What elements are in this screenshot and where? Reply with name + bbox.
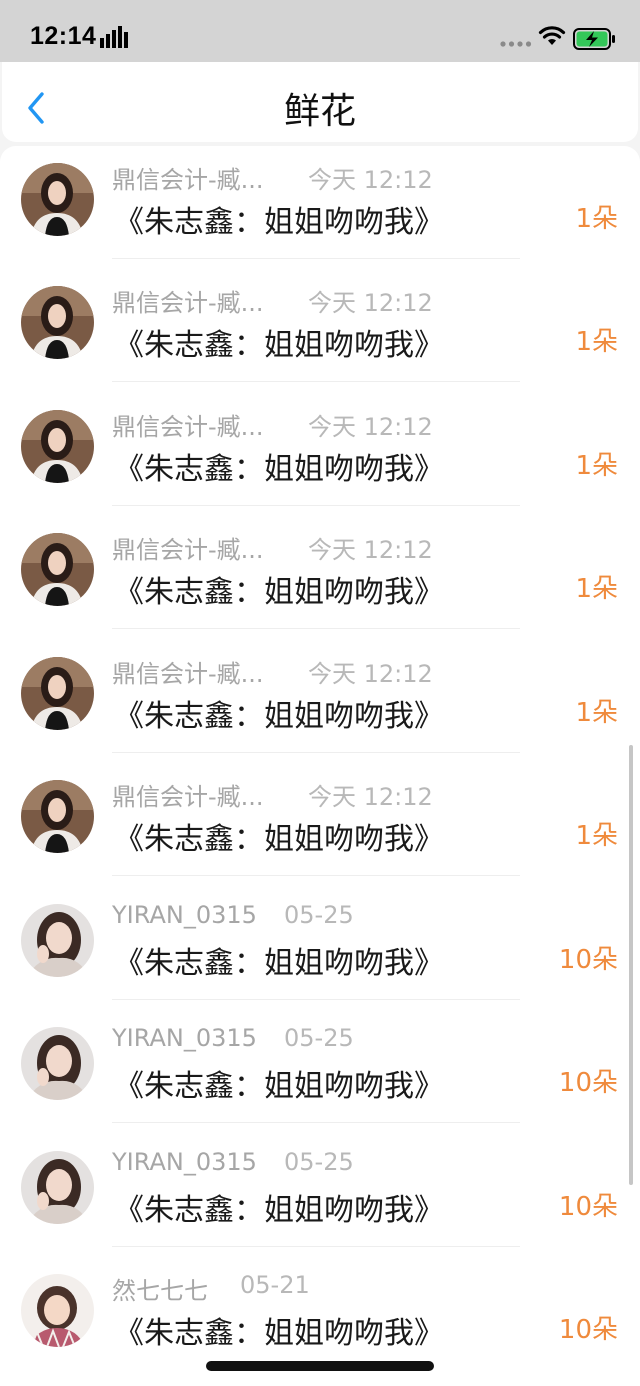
row-divider <box>112 1122 520 1123</box>
gift-message: 《朱志鑫：姐姐吻吻我》 <box>114 1316 444 1351</box>
flower-count: 1朵 <box>575 204 618 234</box>
gift-message: 《朱志鑫：姐姐吻吻我》 <box>114 822 444 857</box>
nav-bar: 鲜花 <box>2 62 638 142</box>
gift-message: 《朱志鑫：姐姐吻吻我》 <box>114 946 444 981</box>
flower-count: 10朵 <box>558 1192 618 1222</box>
sender-name: 鼎信会计-臧... <box>112 166 264 194</box>
gift-row[interactable]: 鼎信会计-臧... 今天 12:12 《朱志鑫：姐姐吻吻我》 1朵 <box>0 269 640 392</box>
gift-message: 《朱志鑫：姐姐吻吻我》 <box>114 452 444 487</box>
user-avatar[interactable] <box>21 780 94 853</box>
user-avatar[interactable] <box>21 1274 94 1347</box>
gift-row[interactable]: 鼎信会计-臧... 今天 12:12 《朱志鑫：姐姐吻吻我》 1朵 <box>0 640 640 763</box>
row-divider <box>112 381 520 382</box>
send-time: 05-25 <box>284 1024 354 1052</box>
user-avatar[interactable] <box>21 1027 94 1100</box>
user-avatar[interactable] <box>21 163 94 236</box>
home-indicator[interactable] <box>206 1361 434 1371</box>
send-time: 今天 12:12 <box>308 289 433 317</box>
row-divider <box>112 999 520 1000</box>
user-avatar[interactable] <box>21 1151 94 1224</box>
battery-charging-icon <box>573 28 615 50</box>
gift-message: 《朱志鑫：姐姐吻吻我》 <box>114 205 444 240</box>
flower-count: 1朵 <box>575 821 618 851</box>
send-time: 05-25 <box>284 1148 354 1176</box>
flower-count: 1朵 <box>575 327 618 357</box>
sender-name: 鼎信会计-臧... <box>112 660 264 688</box>
row-divider <box>112 875 520 876</box>
sender-name: 鼎信会计-臧... <box>112 536 264 564</box>
send-time: 今天 12:12 <box>308 536 433 564</box>
send-time: 今天 12:12 <box>308 413 433 441</box>
flower-count: 10朵 <box>558 1315 618 1345</box>
cellular-dots-icon <box>500 41 532 47</box>
gift-row[interactable]: 鼎信会计-臧... 今天 12:12 《朱志鑫：姐姐吻吻我》 1朵 <box>0 146 640 269</box>
gift-row[interactable]: 鼎信会计-臧... 今天 12:12 《朱志鑫：姐姐吻吻我》 1朵 <box>0 393 640 516</box>
gift-message: 《朱志鑫：姐姐吻吻我》 <box>114 328 444 363</box>
row-divider <box>112 752 520 753</box>
scrollbar[interactable] <box>629 745 633 1185</box>
gift-message: 《朱志鑫：姐姐吻吻我》 <box>114 1193 444 1228</box>
flower-count: 10朵 <box>558 1068 618 1098</box>
sender-name: YIRAN_0315 <box>112 901 257 929</box>
gift-message: 《朱志鑫：姐姐吻吻我》 <box>114 1069 444 1104</box>
signal-bars-icon <box>100 26 128 48</box>
row-divider <box>112 628 520 629</box>
send-time: 05-25 <box>284 901 354 929</box>
row-divider <box>112 258 520 259</box>
user-avatar[interactable] <box>21 533 94 606</box>
user-avatar[interactable] <box>21 286 94 359</box>
gift-message: 《朱志鑫：姐姐吻吻我》 <box>114 575 444 610</box>
user-avatar[interactable] <box>21 410 94 483</box>
status-bar: 12:14 <box>0 0 640 62</box>
gift-row[interactable]: YIRAN_0315 05-25 《朱志鑫：姐姐吻吻我》 10朵 <box>0 1010 640 1133</box>
sender-name: 鼎信会计-臧... <box>112 783 264 811</box>
gift-row[interactable]: 鼎信会计-臧... 今天 12:12 《朱志鑫：姐姐吻吻我》 1朵 <box>0 763 640 886</box>
sender-name: YIRAN_0315 <box>112 1024 257 1052</box>
wifi-icon <box>538 26 566 45</box>
user-avatar[interactable] <box>21 904 94 977</box>
gift-row[interactable]: 鼎信会计-臧... 今天 12:12 《朱志鑫：姐姐吻吻我》 1朵 <box>0 516 640 639</box>
status-time: 12:14 <box>30 22 97 50</box>
row-divider <box>112 1246 520 1247</box>
flower-count: 1朵 <box>575 574 618 604</box>
sender-name: 然七七七 <box>112 1277 208 1305</box>
sender-name: YIRAN_0315 <box>112 1148 257 1176</box>
sender-name: 鼎信会计-臧... <box>112 413 264 441</box>
send-time: 05-21 <box>240 1271 310 1299</box>
send-time: 今天 12:12 <box>308 660 433 688</box>
gift-row[interactable]: YIRAN_0315 05-25 《朱志鑫：姐姐吻吻我》 10朵 <box>0 1134 640 1257</box>
flower-count: 10朵 <box>558 945 618 975</box>
flower-gift-list: 鼎信会计-臧... 今天 12:12 《朱志鑫：姐姐吻吻我》 1朵 鼎信会计-臧… <box>0 146 640 1386</box>
page-title: 鲜花 <box>283 91 356 132</box>
gift-message: 《朱志鑫：姐姐吻吻我》 <box>114 699 444 734</box>
send-time: 今天 12:12 <box>308 783 433 811</box>
send-time: 今天 12:12 <box>308 166 433 194</box>
flower-count: 1朵 <box>575 451 618 481</box>
sender-name: 鼎信会计-臧... <box>112 289 264 317</box>
flower-count: 1朵 <box>575 698 618 728</box>
user-avatar[interactable] <box>21 657 94 730</box>
row-divider <box>112 505 520 506</box>
gift-row[interactable]: YIRAN_0315 05-25 《朱志鑫：姐姐吻吻我》 10朵 <box>0 887 640 1010</box>
